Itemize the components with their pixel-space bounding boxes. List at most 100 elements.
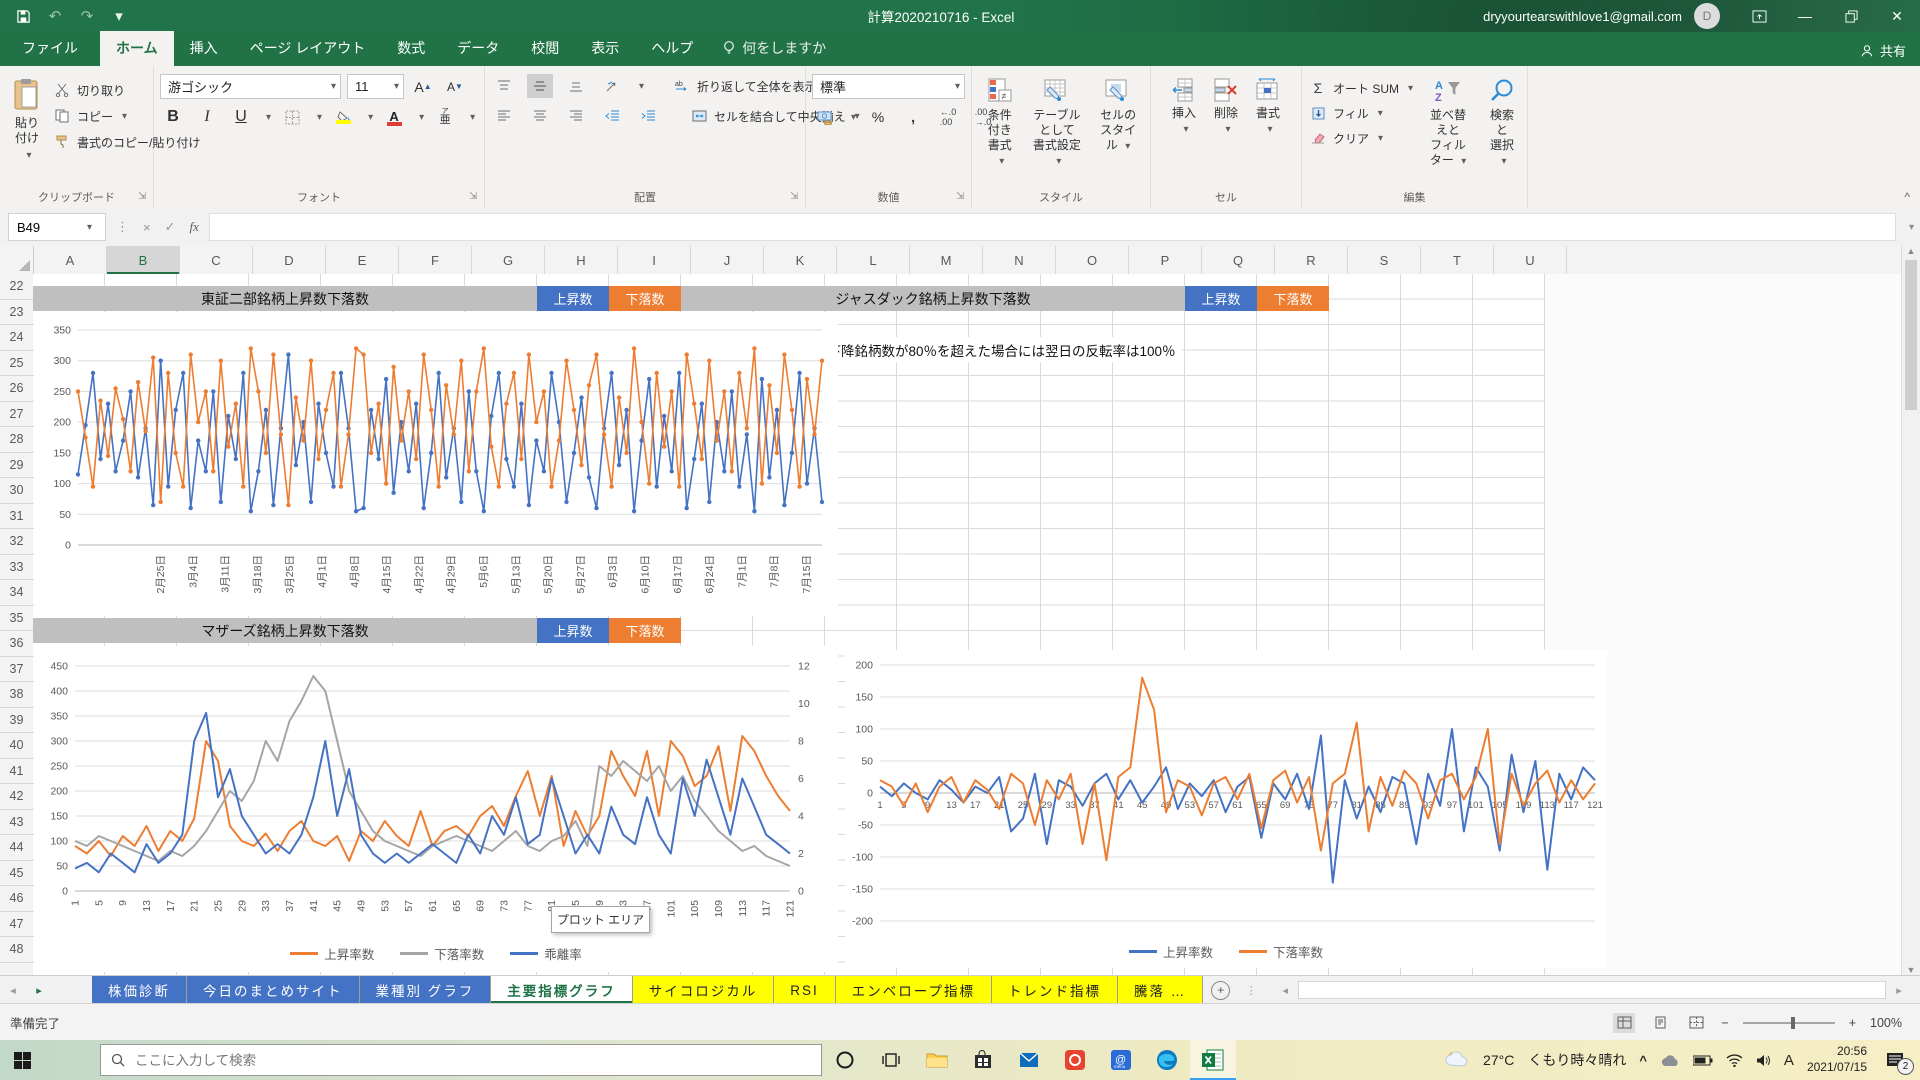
row-header-40[interactable]: 40 — [0, 733, 33, 759]
hscroll-right-arrow[interactable]: ▸ — [1886, 984, 1912, 997]
format-cells-button[interactable]: 書式▾ — [1250, 74, 1286, 141]
row-header-45[interactable]: 45 — [0, 861, 33, 887]
taskbar-search-input[interactable] — [133, 1052, 811, 1069]
accounting-format-button[interactable] — [812, 105, 838, 129]
column-header-B[interactable]: B — [107, 246, 180, 274]
sheet-tab-業種別 グラフ[interactable]: 業種別 グラフ — [360, 976, 492, 1004]
align-left-button[interactable] — [491, 104, 517, 128]
row-header-22[interactable]: 22 — [0, 274, 33, 300]
row-header-30[interactable]: 30 — [0, 478, 33, 504]
mothers-up-button[interactable]: 上昇数 — [537, 618, 609, 643]
column-header-G[interactable]: G — [472, 246, 545, 274]
horizontal-scrollbar[interactable]: ◂ ▸ — [1272, 979, 1912, 1001]
tab-help[interactable]: ヘルプ — [635, 31, 709, 66]
sheet-nav-left[interactable]: ◂ — [0, 976, 26, 1004]
paste-button[interactable]: 貼り付け ▾ — [6, 74, 48, 167]
taskbar-search[interactable] — [100, 1044, 822, 1076]
decrease-indent-button[interactable] — [599, 104, 625, 128]
vertical-scroll-thumb[interactable] — [1905, 260, 1917, 410]
row-header-39[interactable]: 39 — [0, 708, 33, 734]
collapse-ribbon-button[interactable]: ^ — [1904, 190, 1910, 204]
mothers-down-button[interactable]: 下落数 — [609, 618, 681, 643]
column-header-U[interactable]: U — [1494, 246, 1567, 274]
save-button[interactable] — [14, 7, 32, 25]
row-header-28[interactable]: 28 — [0, 427, 33, 453]
row-header-43[interactable]: 43 — [0, 810, 33, 836]
volume-icon[interactable] — [1756, 1054, 1771, 1067]
ribbon-display-options-button[interactable] — [1736, 0, 1782, 32]
column-header-F[interactable]: F — [399, 246, 472, 274]
font-color-button[interactable]: A — [381, 105, 407, 129]
scroll-down-arrow[interactable]: ▼ — [1907, 965, 1916, 975]
row-header-41[interactable]: 41 — [0, 759, 33, 785]
row-header-24[interactable]: 24 — [0, 325, 33, 351]
clear-button[interactable]: クリア▾ — [1308, 128, 1413, 148]
number-dialog-launcher[interactable]: ⇲ — [956, 192, 968, 204]
zoom-level[interactable]: 100% — [1870, 1016, 1902, 1030]
chart-jasdaq[interactable]: 200150100500-50-100-150-2001591317212529… — [845, 650, 1607, 968]
underline-button[interactable]: U — [228, 105, 254, 129]
column-header-T[interactable]: T — [1421, 246, 1494, 274]
sheet-tab-主要指標グラフ[interactable]: 主要指標グラフ — [491, 976, 633, 1004]
redo-button[interactable]: ↷ — [78, 7, 96, 25]
zoom-in-button[interactable]: + — [1849, 1016, 1856, 1030]
restore-button[interactable] — [1828, 0, 1874, 32]
page-layout-view-button[interactable] — [1649, 1013, 1671, 1033]
sheet-tab-エンベロープ指標[interactable]: エンベロープ指標 — [836, 976, 992, 1004]
task-view-icon[interactable] — [868, 1040, 914, 1080]
alignment-dialog-launcher[interactable]: ⇲ — [790, 192, 802, 204]
share-button[interactable]: 共有 — [1860, 41, 1906, 60]
sheet-tab-RSI[interactable]: RSI — [774, 976, 836, 1004]
row-header-42[interactable]: 42 — [0, 784, 33, 810]
fill-button[interactable]: フィル▾ — [1308, 103, 1413, 123]
column-header-D[interactable]: D — [253, 246, 326, 274]
sheet-tab-サイコロジカル[interactable]: サイコロジカル — [633, 976, 775, 1004]
comma-style-button[interactable]: , — [900, 105, 926, 129]
close-button[interactable]: ✕ — [1874, 0, 1920, 32]
column-header-J[interactable]: J — [691, 246, 764, 274]
row-header-34[interactable]: 34 — [0, 580, 33, 606]
excel-taskbar-icon[interactable] — [1190, 1040, 1236, 1080]
sheet-tab-トレンド指標[interactable]: トレンド指標 — [992, 976, 1118, 1004]
tab-insert[interactable]: 挿入 — [174, 31, 234, 66]
row-header-47[interactable]: 47 — [0, 912, 33, 938]
undo-button[interactable]: ↶ — [46, 7, 64, 25]
fill-color-button[interactable] — [330, 105, 356, 129]
column-header-H[interactable]: H — [545, 246, 618, 274]
new-sheet-button[interactable]: + — [1211, 981, 1230, 1000]
font-name-combo[interactable]: 游ゴシック▾ — [160, 74, 341, 99]
column-header-C[interactable]: C — [180, 246, 253, 274]
at-menu-icon[interactable]: @menu — [1098, 1040, 1144, 1080]
jasdaq-up-button[interactable]: 上昇数 — [1185, 286, 1257, 311]
increase-decimal-button[interactable]: ←.0.00 — [935, 105, 961, 129]
align-middle-button[interactable] — [527, 74, 553, 98]
clipboard-dialog-launcher[interactable]: ⇲ — [138, 192, 150, 204]
autosum-button[interactable]: Σ オート SUM▾ — [1308, 78, 1413, 98]
number-format-combo[interactable]: 標準▾ — [812, 74, 965, 99]
borders-button[interactable] — [279, 105, 305, 129]
row-header-27[interactable]: 27 — [0, 402, 33, 428]
row-header-25[interactable]: 25 — [0, 351, 33, 377]
customize-qat-button[interactable]: ▾ — [110, 7, 128, 25]
sort-filter-button[interactable]: AZ 並べ替えとフィルター ▾ — [1423, 74, 1473, 173]
font-size-combo[interactable]: 11▾ — [347, 74, 404, 99]
edge-icon[interactable] — [1144, 1040, 1190, 1080]
row-header-37[interactable]: 37 — [0, 657, 33, 683]
red-app-icon[interactable] — [1052, 1040, 1098, 1080]
row-header-29[interactable]: 29 — [0, 453, 33, 479]
increase-font-button[interactable]: A▲ — [410, 75, 436, 99]
column-header-L[interactable]: L — [837, 246, 910, 274]
store-icon[interactable] — [960, 1040, 1006, 1080]
hscroll-left-arrow[interactable]: ◂ — [1272, 984, 1298, 997]
sheet-tab-今日のまとめサイト[interactable]: 今日のまとめサイト — [187, 976, 360, 1004]
zoom-slider-thumb[interactable] — [1791, 1017, 1795, 1029]
tab-data[interactable]: データ — [441, 31, 515, 66]
conditional-formatting-button[interactable]: ≠ 条件付き書式 ▾ — [978, 74, 1022, 173]
row-header-23[interactable]: 23 — [0, 300, 33, 326]
onedrive-icon[interactable] — [1660, 1054, 1680, 1067]
column-header-M[interactable]: M — [910, 246, 983, 274]
chart-mothers[interactable]: 0501001502002503003504004500246810121591… — [34, 646, 838, 972]
row-header-33[interactable]: 33 — [0, 555, 33, 581]
format-as-table-button[interactable]: テーブルとして書式設定 ▾ — [1024, 74, 1091, 173]
action-center-icon[interactable]: 2 — [1880, 1045, 1910, 1075]
